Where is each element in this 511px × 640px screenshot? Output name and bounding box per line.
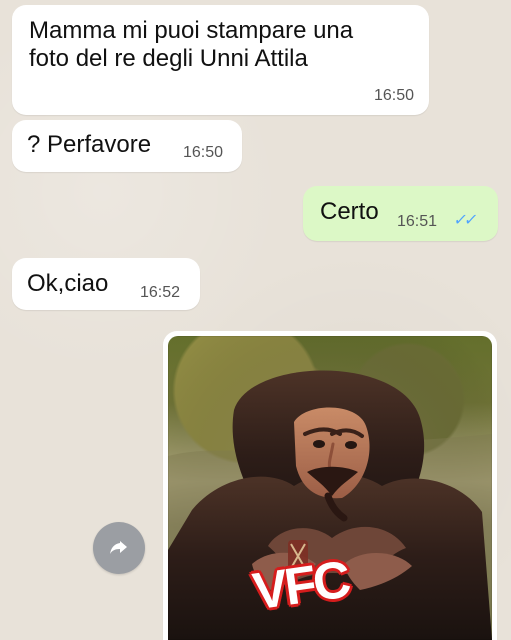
message-text: ? Perfavore — [27, 131, 152, 158]
incoming-message-bubble: ? Perfavore 16:50 — [12, 120, 242, 172]
watermark-logo: VFC — [249, 550, 352, 622]
message-text: Ok,ciao — [27, 270, 109, 297]
chat-background: Mamma mi puoi stampare una foto del re d… — [0, 0, 511, 640]
message-time: 16:51 — [397, 213, 438, 230]
message-time: 16:50 — [373, 87, 414, 104]
message-text: Mamma mi puoi stampare una foto del re d… — [29, 17, 354, 72]
double-check-icon: ✓✓ — [452, 212, 477, 229]
message-time: 16:50 — [183, 144, 224, 161]
incoming-message-bubble: Ok,ciao 16:52 — [12, 258, 200, 310]
outgoing-message-bubble: Certo 16:51 ✓✓ — [303, 186, 498, 241]
message-text: Certo — [320, 198, 379, 225]
message-time: 16:52 — [140, 284, 181, 301]
forward-arrow-icon — [110, 541, 127, 554]
forward-button[interactable] — [93, 522, 145, 574]
incoming-message-bubble: Mamma mi puoi stampare una foto del re d… — [12, 5, 429, 115]
